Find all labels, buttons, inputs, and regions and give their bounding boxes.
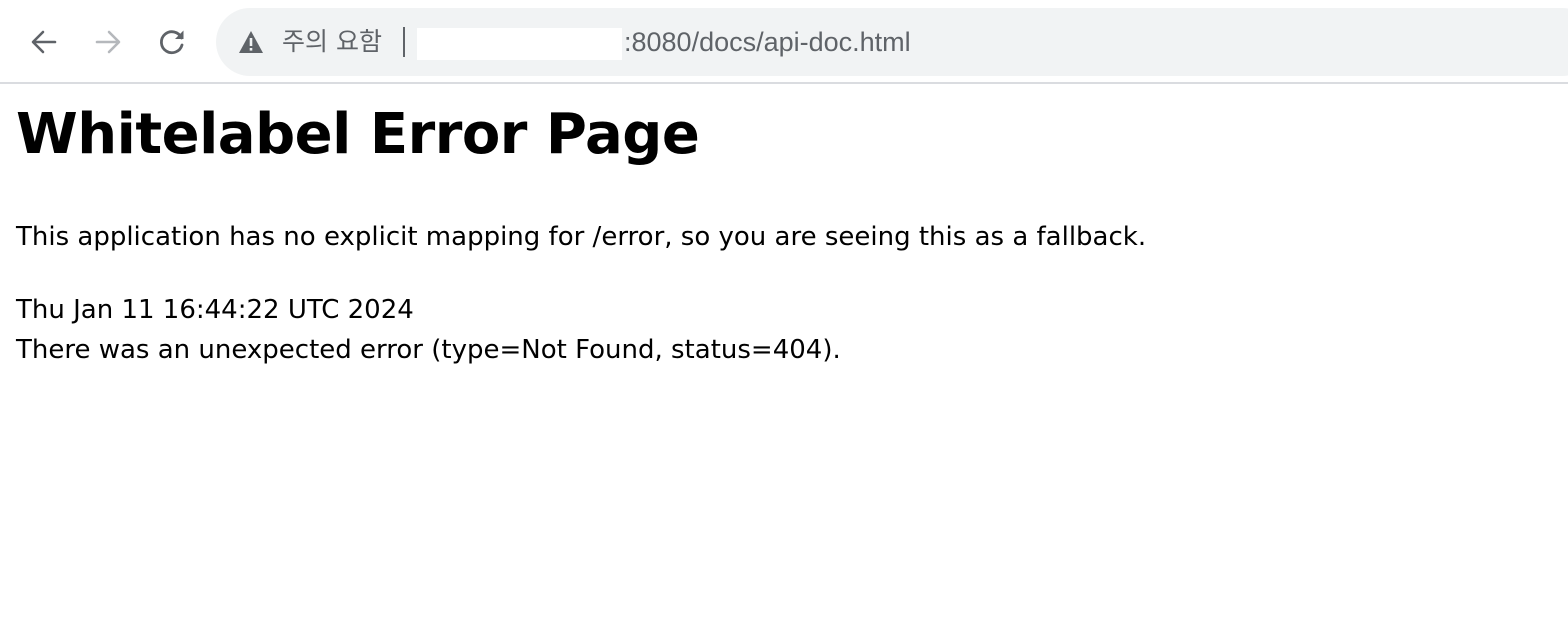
warning-triangle-icon[interactable] [238, 30, 264, 54]
redacted-host [417, 28, 622, 60]
forward-button[interactable] [86, 20, 130, 64]
page-title: Whitelabel Error Page [16, 102, 700, 167]
url-text[interactable]: :8080/docs/api-doc.html [624, 25, 911, 59]
address-separator [403, 27, 405, 57]
browser-toolbar: 주의 요함 :8080/docs/api-doc.html [0, 0, 1568, 84]
error-timestamp: Thu Jan 11 16:44:22 UTC 2024 [16, 295, 414, 325]
back-button[interactable] [22, 20, 66, 64]
page-content: Whitelabel Error Page This application h… [16, 86, 1568, 370]
address-bar[interactable]: 주의 요함 :8080/docs/api-doc.html [216, 8, 1568, 76]
error-details: Thu Jan 11 16:44:22 UTC 2024 There was a… [16, 290, 1568, 370]
arrow-right-icon [95, 30, 121, 54]
reload-icon [160, 30, 184, 55]
error-description: This application has no explicit mapping… [16, 222, 1147, 252]
security-status-label[interactable]: 주의 요함 [282, 25, 382, 59]
error-status-message: There was an unexpected error (type=Not … [16, 335, 841, 365]
reload-button[interactable] [150, 20, 194, 64]
arrow-left-icon [31, 30, 57, 54]
